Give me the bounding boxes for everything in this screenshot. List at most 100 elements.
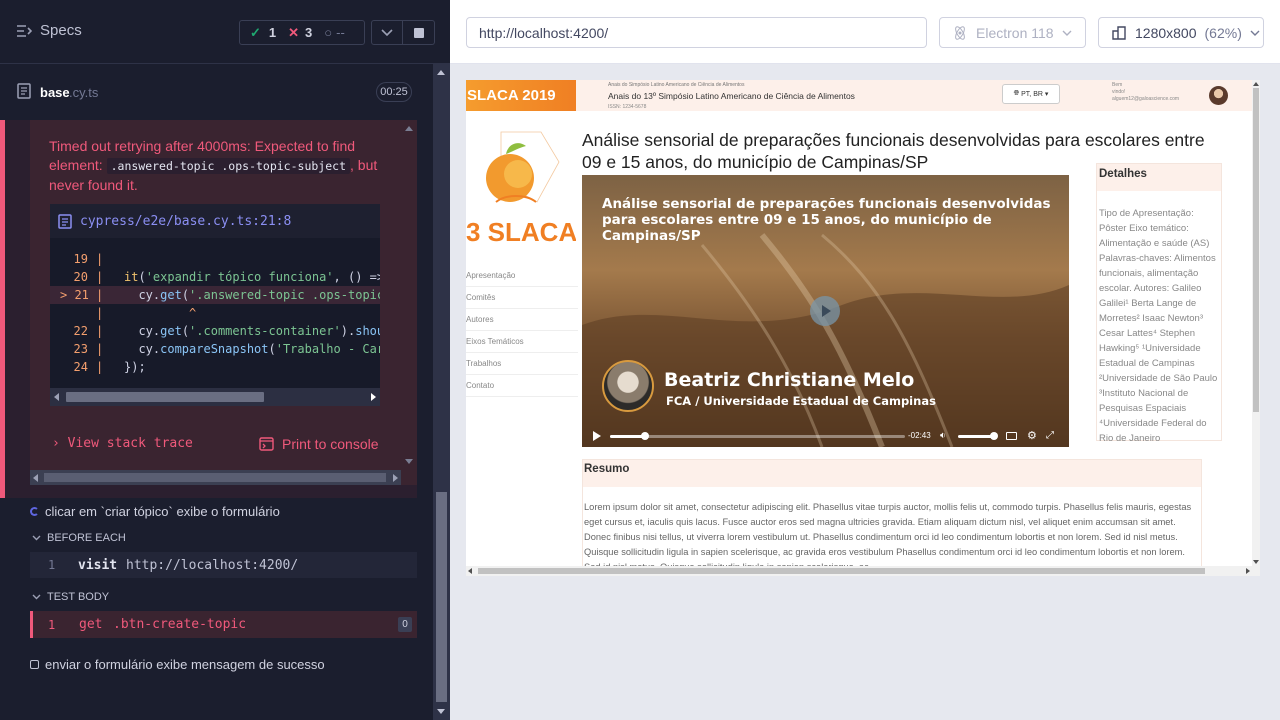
scroll-thumb[interactable]	[478, 568, 1205, 574]
toggle-auto-scroll-button[interactable]	[371, 20, 403, 45]
chevron-down-icon	[1250, 30, 1260, 36]
spec-file-name[interactable]: base	[40, 85, 70, 100]
video-progress[interactable]	[610, 432, 905, 440]
nav-item-contato[interactable]: Contato	[466, 375, 578, 397]
print-to-console-label: Print to console	[282, 436, 379, 452]
app-preview: http://localhost:4200/ Electron 118 1280…	[450, 0, 1280, 720]
nav-item-eixos[interactable]: Eixos Temáticos	[466, 331, 578, 353]
line-number: > 21	[60, 288, 89, 302]
scroll-right-icon[interactable]	[393, 474, 398, 482]
code-frame: 19 | 20 | it('expandir tópico funciona', () …	[50, 238, 380, 406]
scroll-left-icon[interactable]	[54, 393, 59, 401]
abstract-heading: Resumo	[583, 460, 1201, 487]
browser-toolbar: http://localhost:4200/ Electron 118 1280…	[450, 0, 1280, 64]
video-progress-handle[interactable]	[641, 432, 650, 440]
code-frame-path[interactable]: cypress/e2e/base.cy.ts:21:8	[80, 214, 291, 229]
viewport-selector[interactable]: 1280x800 (62%)	[1098, 17, 1264, 48]
before-each-hook-toggle[interactable]: BEFORE EACH	[32, 532, 126, 544]
specs-button[interactable]: Specs	[16, 22, 82, 39]
scroll-up-icon[interactable]	[1253, 82, 1259, 86]
scroll-left-icon[interactable]	[33, 474, 38, 482]
scroll-right-icon[interactable]	[371, 393, 376, 401]
command-row[interactable]: 1 visit http://localhost:4200/	[30, 552, 417, 578]
app-vertical-scrollbar[interactable]	[1252, 80, 1260, 576]
scroll-down-icon[interactable]	[405, 459, 413, 464]
scroll-up-icon[interactable]	[437, 70, 445, 75]
scroll-thumb[interactable]	[436, 492, 447, 702]
code-line: 23 | cy.compareSnapshot('Trabalho - Car	[50, 340, 380, 358]
view-stack-trace-button[interactable]: › View stack trace	[52, 436, 193, 451]
fullscreen-icon[interactable]: ⤢	[1046, 430, 1054, 441]
stop-icon	[413, 27, 424, 38]
command-number: 1	[48, 617, 56, 632]
print-to-console-button[interactable]: Print to console	[259, 436, 379, 452]
nav-item-apresentacao[interactable]: Apresentação	[466, 265, 578, 287]
code-frame-scrollbar[interactable]	[50, 388, 380, 406]
code-line: 20 | it('expandir tópico funciona', () =>	[50, 268, 380, 286]
header-issn: ISSN: 1234-5678	[608, 104, 647, 110]
line-gutter: |	[96, 306, 104, 320]
caret-down-icon: ▾	[1044, 91, 1049, 98]
video-player[interactable]: Análise sensorial de preparações funcion…	[582, 175, 1069, 447]
specs-label: Specs	[40, 22, 82, 39]
video-play-button[interactable]	[810, 296, 840, 326]
stop-button[interactable]	[403, 20, 435, 45]
test-body-toggle[interactable]: TEST BODY	[32, 591, 109, 603]
command-arg: .btn-create-topic	[113, 617, 247, 632]
details-text: Tipo de Apresentação: Pôster Eixo temáti…	[1099, 208, 1218, 444]
user-greeting: Bem vindo! alguem12@galoascience.com	[1112, 82, 1179, 103]
command-row-failed[interactable]: 1 get .btn-create-topic 0	[30, 611, 417, 638]
app-horizontal-scrollbar[interactable]	[466, 566, 1252, 576]
play-icon[interactable]	[593, 431, 601, 441]
line-code: ^	[124, 306, 197, 320]
scroll-left-icon[interactable]	[468, 568, 472, 574]
gear-icon[interactable]: ⚙︎	[1027, 429, 1037, 442]
language-selector[interactable]: 🌐︎ PT, BR ▾	[1002, 84, 1060, 104]
pending-icon: ○	[324, 25, 333, 40]
video-time: -02:43	[908, 431, 931, 440]
document-icon	[17, 83, 31, 99]
browser-selector[interactable]: Electron 118	[939, 17, 1086, 48]
nav-item-trabalhos[interactable]: Trabalhos	[466, 353, 578, 375]
browser-name: Electron 118	[976, 24, 1054, 41]
scroll-down-icon[interactable]	[437, 709, 445, 714]
nav-item-comites[interactable]: Comitês	[466, 287, 578, 309]
speaker-photo	[602, 360, 654, 412]
test-pending[interactable]: enviar o formulário exibe mensagem de su…	[30, 657, 325, 672]
scroll-thumb[interactable]	[44, 473, 386, 482]
captions-icon[interactable]	[1006, 432, 1017, 440]
play-icon	[822, 305, 831, 317]
test-running[interactable]: clicar em `criar tópico` exibe o formulá…	[30, 504, 280, 519]
avatar[interactable]	[1209, 86, 1228, 105]
url-field[interactable]: http://localhost:4200/	[466, 17, 927, 48]
scroll-up-icon[interactable]	[405, 126, 413, 131]
slaca-logo[interactable]: 3 SLACA	[466, 124, 577, 247]
volume-handle[interactable]	[990, 432, 998, 440]
site-badge[interactable]: SLACA 2019	[466, 80, 576, 111]
failed-count: 3	[305, 25, 313, 40]
reporter-scrollbar[interactable]	[433, 64, 450, 720]
error-vertical-scrollbar[interactable]	[401, 120, 417, 470]
line-gutter: |	[96, 324, 104, 338]
code-frame-file-link[interactable]: cypress/e2e/base.cy.ts:21:8	[50, 204, 380, 238]
error-horizontal-scrollbar[interactable]	[30, 470, 401, 485]
check-icon: ✓	[250, 24, 261, 40]
nav-item-autores[interactable]: Autores	[466, 309, 578, 331]
app-under-test: SLACA 2019 Anais do Simpósio Latino Amer…	[466, 80, 1260, 576]
spec-duration: 00:25	[376, 82, 412, 102]
scroll-down-icon[interactable]	[1253, 560, 1259, 564]
scroll-thumb[interactable]	[1253, 88, 1259, 412]
line-number: 24	[73, 360, 88, 374]
user-email: alguem12@galoascience.com	[1112, 96, 1180, 102]
scroll-thumb[interactable]	[66, 392, 264, 402]
scroll-right-icon[interactable]	[1246, 568, 1250, 574]
speaker-name: Beatriz Christiane Melo	[664, 369, 915, 391]
details-heading: Detalhes	[1097, 164, 1221, 191]
code-line: 22 | cy.get('.comments-container').shoul	[50, 322, 380, 340]
line-code: });	[124, 360, 146, 374]
header-title: Anais do 13º Simpósio Latino Americano d…	[608, 91, 855, 101]
line-code: cy.get('.answered-topic .ops-topic	[124, 288, 380, 302]
command-number: 1	[48, 558, 56, 572]
command-arg: http://localhost:4200/	[126, 557, 299, 573]
volume-icon[interactable]: 🔉︎	[940, 430, 946, 441]
